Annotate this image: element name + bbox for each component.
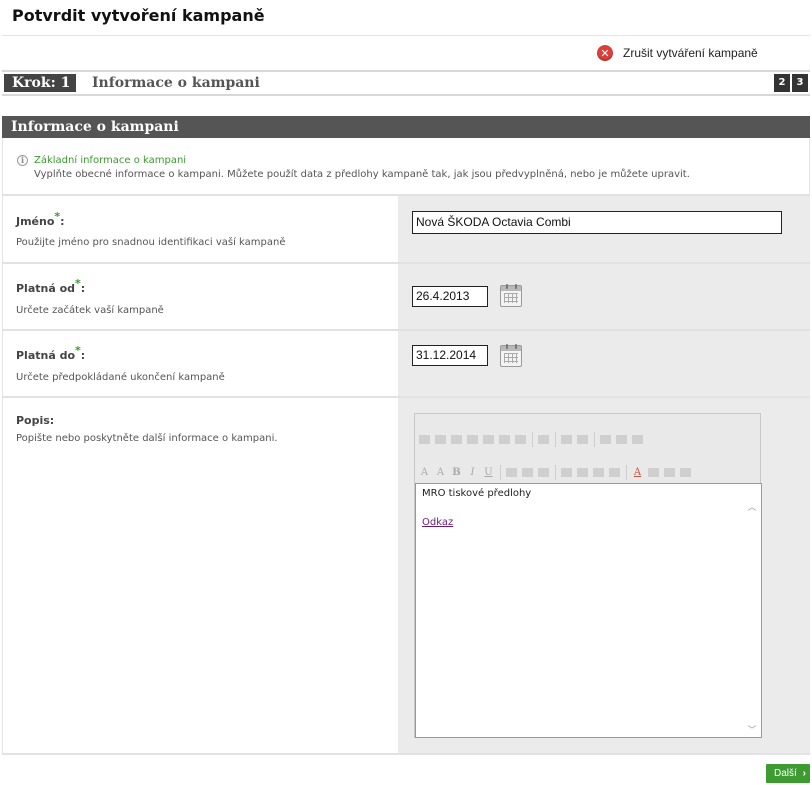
editor-toolbar-row-2: AABIUA [417, 461, 694, 483]
step-3-button[interactable]: 3 [792, 74, 808, 92]
toolbar-separator [500, 464, 501, 480]
editor-content-area[interactable]: MRO tiskové předlohy Odkaz ︿ ﹀ [415, 483, 762, 738]
italic-icon[interactable]: I [465, 465, 480, 480]
valid-from-help: Určete začátek vaší kampaně [16, 305, 164, 316]
horizontal-rule-icon[interactable] [559, 432, 574, 447]
rich-text-editor: AABIUA MRO tiskové předlohy Odkaz ︿ ﹀ [414, 413, 762, 738]
valid-from-row: Platná od*: Určete začátek vaší kampaně … [2, 264, 810, 331]
cancel-label: Zrušit vytváření kampaně [623, 46, 758, 60]
name-label: Jméno*: [16, 210, 65, 228]
step-indicator: Krok: 1 Informace o kampani 2 3 [2, 70, 810, 96]
step-2-button[interactable]: 2 [774, 74, 790, 92]
required-mark: * [54, 210, 61, 223]
align-left-icon[interactable] [504, 465, 519, 480]
info-text: Vyplňte obecné informace o kampani. Může… [34, 169, 690, 180]
name-input[interactable]: Nová ŠKODA Octavia Combi [412, 211, 782, 234]
valid-to-input[interactable]: 31.12.2014 [412, 345, 488, 366]
close-circle-icon: ✕ [597, 45, 613, 61]
align-center-icon[interactable] [520, 465, 535, 480]
valid-to-help: Určete předpokládané ukončení kampaně [16, 372, 225, 383]
valid-from-input[interactable]: 26.4.2013 [412, 286, 488, 307]
align-right-icon[interactable] [536, 465, 551, 480]
valid-to-row: Platná do*: Určete předpokládané ukončen… [2, 331, 810, 398]
info-box: i Základní informace o kampani Vyplňte o… [2, 138, 810, 196]
indent-icon[interactable] [536, 432, 551, 447]
toolbar-separator [594, 431, 595, 447]
copy-icon[interactable] [433, 432, 448, 447]
next-label: Další [774, 768, 797, 779]
paste-icon[interactable] [449, 432, 464, 447]
outdent-icon[interactable] [591, 465, 606, 480]
undo-icon[interactable] [481, 432, 496, 447]
description-help: Popište nebo poskytněte další informace … [16, 433, 278, 444]
step-title: Informace o kampani [92, 75, 260, 91]
description-label: Popis: [16, 414, 55, 427]
paste-text-icon[interactable] [465, 432, 480, 447]
toolbar-separator [555, 464, 556, 480]
image-icon[interactable] [614, 432, 629, 447]
description-row: Popis: Popište nebo poskytněte další inf… [2, 398, 810, 755]
editor-content-text: MRO tiskové předlohy [422, 488, 532, 499]
scroll-up-icon[interactable]: ︿ [746, 500, 758, 513]
info-icon: i [17, 155, 28, 166]
unordered-list-icon[interactable] [575, 465, 590, 480]
highlight-icon[interactable] [646, 465, 661, 480]
indent-icon[interactable] [607, 465, 622, 480]
required-mark: * [75, 344, 81, 357]
underline-icon[interactable]: U [481, 465, 496, 480]
section-title: Informace o kampani [2, 116, 810, 138]
editor-toolbar-row-1 [417, 428, 646, 450]
calendar-icon[interactable] [500, 284, 522, 307]
name-help: Použijte jméno pro snadnou identifikaci … [16, 237, 286, 248]
valid-to-label: Platná do*: [16, 344, 86, 362]
toolbar-separator [626, 464, 627, 480]
special-char-icon[interactable] [575, 432, 590, 447]
editor-content-link[interactable]: Odkaz [422, 517, 453, 528]
clear-format-icon[interactable] [662, 465, 677, 480]
cancel-campaign-link[interactable]: ✕ Zrušit vytváření kampaně [597, 45, 758, 61]
valid-from-label: Platná od*: [16, 277, 86, 295]
source-icon[interactable] [630, 432, 645, 447]
font-color-icon[interactable]: A [630, 465, 645, 480]
toolbar-separator [532, 431, 533, 447]
cut-icon[interactable] [417, 432, 432, 447]
toolbar-separator [555, 431, 556, 447]
bold-icon[interactable]: B [449, 465, 464, 480]
link-icon[interactable] [598, 432, 613, 447]
step-current: Krok: 1 [4, 74, 76, 92]
name-row: Jméno*: Použijte jméno pro snadnou ident… [2, 196, 810, 264]
next-button[interactable]: Další › [766, 764, 810, 783]
chevron-right-icon: › [802, 768, 806, 779]
page-header: Potvrdit vytvoření kampaně [2, 0, 810, 36]
table-icon[interactable] [513, 432, 528, 447]
page-title: Potvrdit vytvoření kampaně [12, 6, 265, 25]
scroll-down-icon[interactable]: ﹀ [746, 723, 758, 736]
calendar-icon[interactable] [500, 344, 522, 367]
font-size-icon[interactable]: A [417, 465, 432, 480]
ordered-list-icon[interactable] [559, 465, 574, 480]
rtl-icon[interactable] [678, 465, 693, 480]
required-mark: * [75, 277, 81, 290]
font-family-icon[interactable]: A [433, 465, 448, 480]
redo-icon[interactable] [497, 432, 512, 447]
info-title: Základní informace o kampani [34, 155, 187, 166]
